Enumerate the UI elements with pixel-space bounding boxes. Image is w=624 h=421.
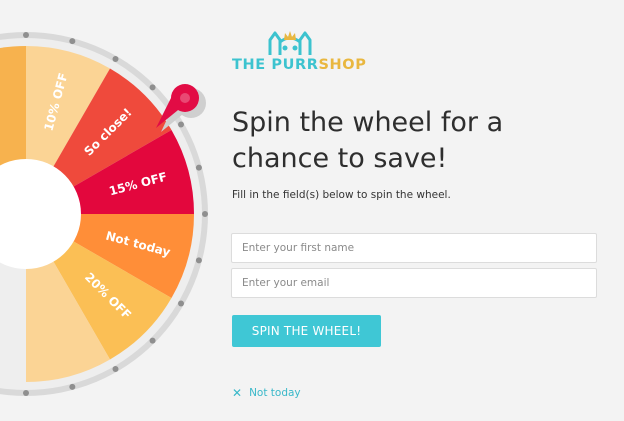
wheel-peg bbox=[202, 211, 208, 217]
brand-name: THE PURRSHOP bbox=[232, 57, 366, 73]
brand-name-part1: THE PURR bbox=[232, 57, 319, 73]
close-icon: ✕ bbox=[232, 386, 243, 400]
brand-name-part2: SHOP bbox=[318, 57, 367, 73]
wheel-peg bbox=[195, 164, 202, 171]
not-today-link[interactable]: ✕ Not today bbox=[232, 387, 301, 399]
spin-wheel-button[interactable]: SPIN THE WHEEL! bbox=[232, 315, 381, 347]
brand-logo: THE PURRSHOP bbox=[232, 30, 366, 76]
wheel-peg bbox=[23, 32, 29, 38]
wheel-peg bbox=[195, 257, 202, 264]
prize-wheel: 10% OFF So close! 15% OFF Not today 20% OFF bbox=[0, 0, 230, 421]
wheel-peg bbox=[149, 337, 156, 344]
cat-crown-icon bbox=[268, 31, 312, 55]
wheel-peg bbox=[178, 121, 185, 128]
wheel-peg bbox=[69, 383, 76, 390]
instructions-text: Fill in the field(s) below to spin the w… bbox=[232, 189, 451, 201]
wheel-peg bbox=[178, 300, 185, 307]
wheel-peg bbox=[149, 84, 156, 91]
wheel-peg bbox=[112, 366, 119, 373]
prize-wheel-graphic: 10% OFF So close!15% OFFNot today20% OFF bbox=[0, 32, 208, 396]
wheel-peg bbox=[23, 390, 29, 396]
first-name-input[interactable] bbox=[231, 233, 597, 263]
page-title: Spin the wheel for a chance to save! bbox=[232, 107, 504, 174]
email-input[interactable] bbox=[231, 268, 597, 298]
not-today-label: Not today bbox=[249, 387, 301, 399]
wheel-peg bbox=[112, 55, 119, 62]
wheel-peg bbox=[69, 38, 76, 45]
